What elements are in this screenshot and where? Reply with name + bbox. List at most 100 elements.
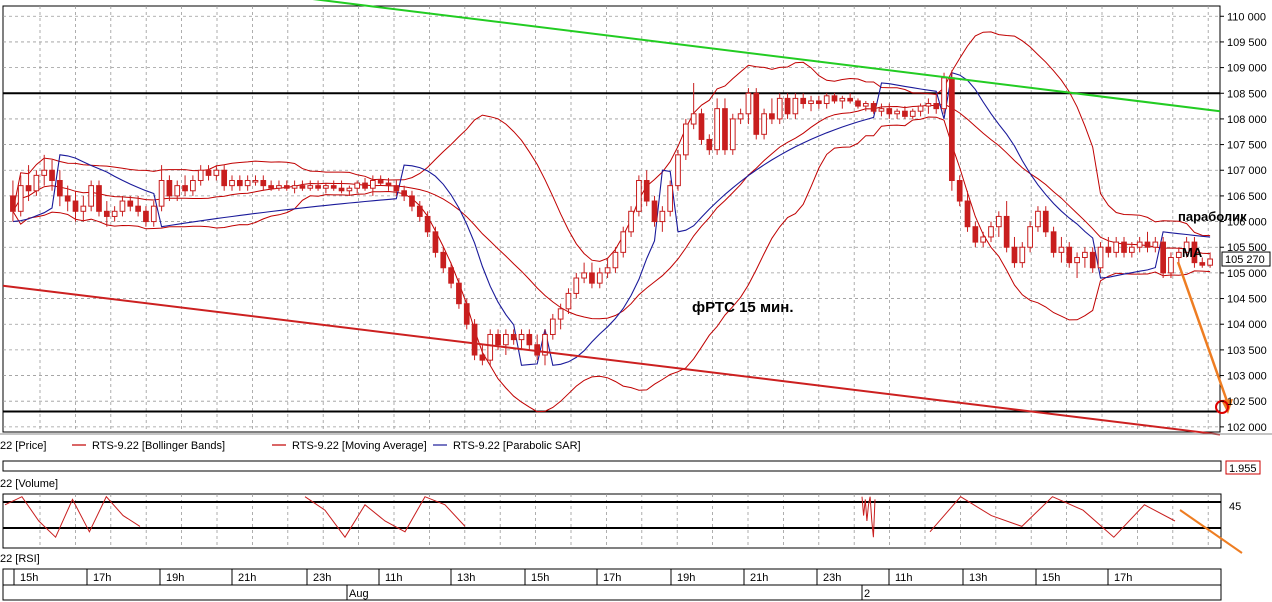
candle-body: [1058, 246, 1065, 253]
candle-body: [166, 180, 173, 197]
candle-body: [330, 185, 337, 189]
last-price-label: 105 270: [1225, 254, 1265, 266]
candle-body: [870, 103, 877, 112]
y-tick-label: 110 000: [1227, 11, 1266, 23]
candle-body: [291, 185, 298, 189]
candle-body: [808, 100, 814, 105]
trendline-upper: [312, 0, 1221, 113]
candlesticks: [10, 70, 1213, 366]
candle-body: [518, 333, 525, 341]
candle-body: [1121, 241, 1127, 253]
candle-body: [612, 251, 619, 269]
y-tick-label: 106 500: [1227, 191, 1267, 203]
candle-body: [33, 174, 40, 192]
candle-body: [909, 110, 916, 117]
candle-body: [557, 308, 564, 320]
y-tick-label: 104 500: [1227, 294, 1267, 306]
candle-body: [784, 97, 791, 115]
candle-body: [925, 103, 932, 107]
candle-body: [236, 180, 243, 187]
legend-entry: RTS-9.22 [Bollinger Bands]: [92, 440, 225, 452]
candle-body: [370, 180, 376, 189]
candle-body: [299, 185, 306, 189]
candle-body: [886, 108, 893, 115]
candle-body: [816, 100, 822, 105]
candle-body: [995, 215, 1002, 228]
candle-body: [753, 92, 760, 135]
candle-body: [659, 210, 666, 223]
time-tick-label: 15h: [20, 572, 38, 584]
candle-body: [315, 185, 321, 189]
candle-body: [25, 185, 32, 192]
candle-body: [252, 180, 259, 183]
candle-body: [143, 210, 149, 223]
time-tick-label: 17h: [1114, 572, 1132, 584]
candle-body: [471, 323, 478, 356]
candle-body: [49, 169, 55, 182]
candle-body: [604, 267, 611, 274]
candle-body: [448, 267, 454, 284]
candle-body: [1003, 215, 1010, 248]
candle-body: [354, 182, 361, 189]
candle-body: [862, 103, 869, 107]
candle-body: [988, 226, 994, 238]
volume-panel-label: 22 [Volume]: [0, 478, 58, 490]
candle-body: [956, 180, 963, 202]
sar-annotation: параболик: [1178, 209, 1247, 224]
candle-body: [346, 187, 353, 192]
candle-body: [424, 215, 431, 233]
candle-body: [1066, 246, 1073, 264]
y-tick-label: 102 500: [1227, 396, 1267, 408]
ma-annotation: MA: [1182, 245, 1203, 260]
candle-body: [776, 97, 783, 120]
candle-body: [706, 138, 713, 151]
candle-body: [1136, 241, 1143, 248]
candle-body: [714, 108, 720, 151]
y-tick-label: 109 500: [1227, 37, 1267, 49]
candle-body: [698, 113, 705, 140]
parabolic-sar: [12, 71, 1211, 366]
candle-body: [72, 200, 79, 212]
trading-chart: 110 000 109 500 109 000 108 500 108 000 107 5…: [0, 0, 1272, 601]
candle-body: [964, 200, 971, 228]
candle-body: [1027, 226, 1033, 248]
candle-body: [941, 77, 947, 110]
candle-body: [323, 185, 329, 189]
rsi-panel: 45 22 [RSI]: [0, 493, 1243, 565]
candle-body: [409, 195, 415, 207]
candle-body: [432, 231, 439, 253]
candle-body: [503, 333, 509, 346]
candle-body: [174, 185, 181, 197]
candle-body: [690, 113, 697, 125]
candle-body: [393, 185, 400, 192]
candle-body: [190, 180, 196, 192]
candle-body: [589, 272, 595, 284]
candle-body: [487, 333, 494, 361]
candle-body: [722, 108, 728, 151]
candle-body: [197, 169, 204, 182]
candle-body: [667, 185, 674, 212]
candle-body: [651, 200, 658, 223]
candle-body: [949, 77, 955, 182]
candle-body: [643, 180, 650, 202]
time-tick-label: 17h: [93, 572, 111, 584]
candle-body: [1128, 246, 1135, 253]
candle-body: [1207, 258, 1213, 266]
candle-body: [229, 180, 235, 187]
candle-body: [463, 303, 470, 325]
candle-body: [1097, 246, 1104, 269]
candle-body: [1152, 241, 1159, 248]
candle-body: [276, 185, 282, 189]
chart-title: фРТС 15 мин.: [692, 299, 794, 316]
candle-body: [64, 195, 71, 202]
candle-body: [205, 169, 212, 176]
candle-body: [111, 210, 118, 217]
rsi-panel-label: 22 [RSI]: [0, 553, 40, 565]
candle-body: [260, 180, 267, 187]
candle-body: [675, 154, 681, 187]
candle-body: [878, 108, 885, 112]
volume-value-label: 1.955: [1229, 463, 1257, 475]
time-tick-label: 19h: [166, 572, 184, 584]
candle-body: [737, 113, 744, 120]
candle-body: [456, 282, 462, 305]
